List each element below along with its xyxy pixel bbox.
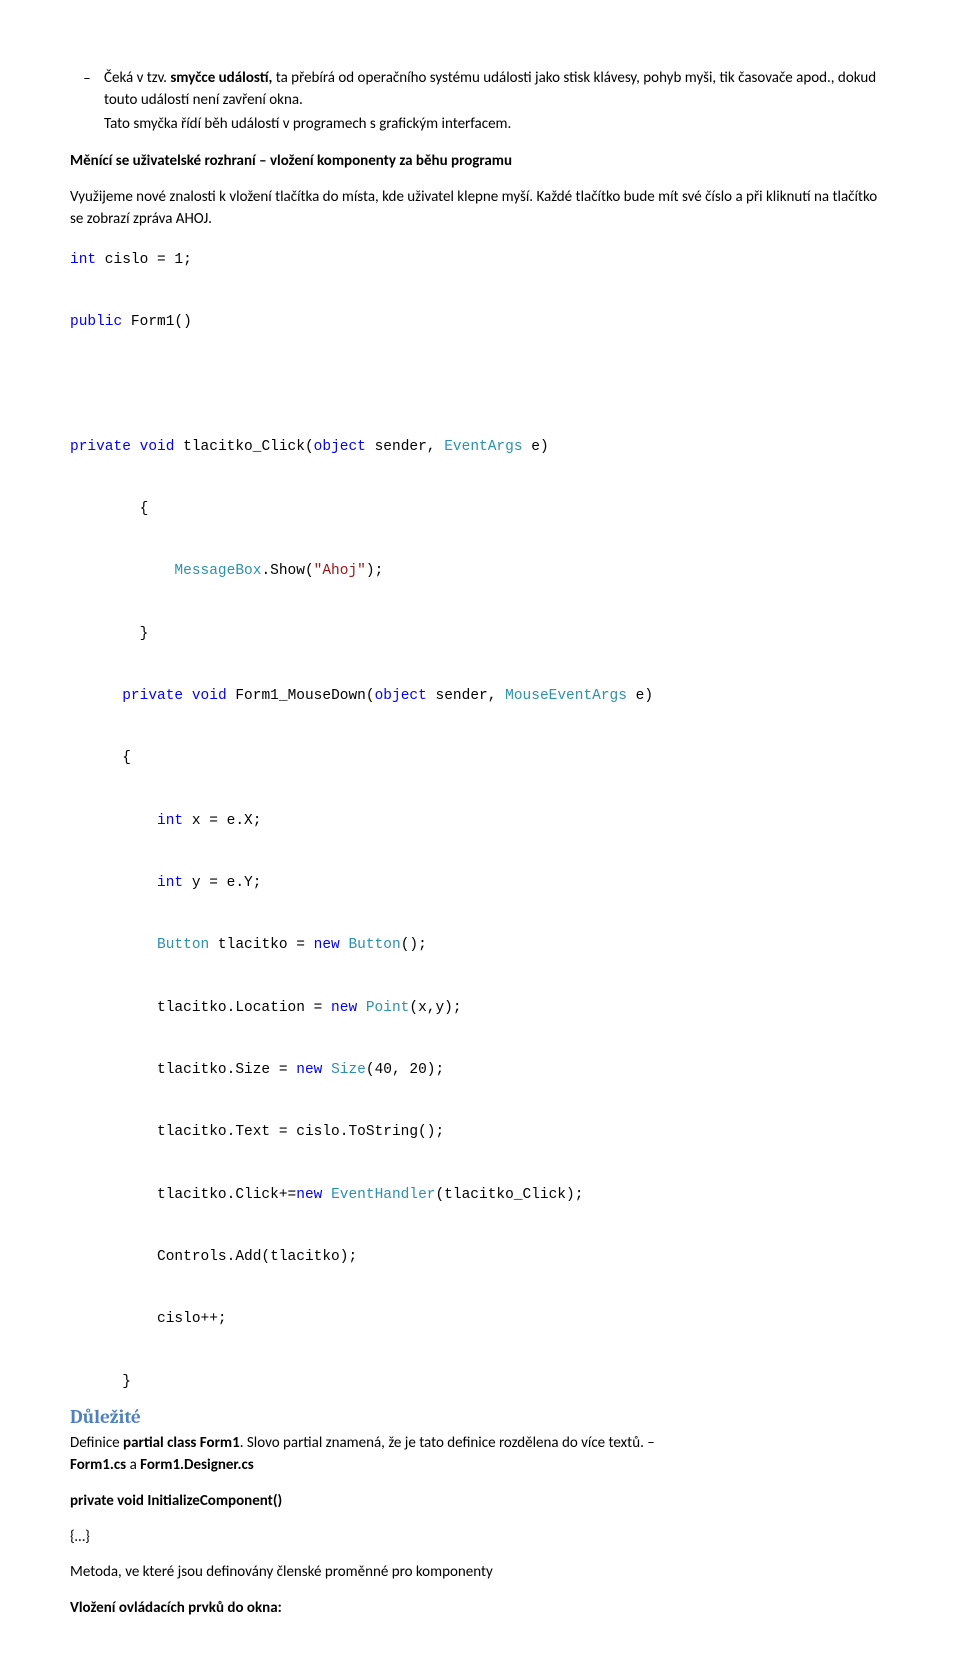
- def-class: partial class Form1: [123, 1434, 240, 1452]
- code-token: public: [70, 314, 122, 330]
- code-token: [70, 688, 122, 704]
- code-token: EventArgs: [444, 439, 522, 455]
- code-token: [322, 1187, 331, 1203]
- bullet-para-2: Tato smyčka řídí běh událostí v programe…: [104, 114, 890, 136]
- code-token: [70, 813, 157, 829]
- def-form1cs: Form1.cs: [70, 1456, 126, 1474]
- definition-line: Definice partial class Form1. Slovo part…: [70, 1433, 890, 1477]
- code-token: cislo++;: [70, 1311, 227, 1327]
- braces-placeholder: {…}: [70, 1527, 890, 1549]
- code-token: x = e.X;: [183, 813, 261, 829]
- code-token: private: [122, 688, 183, 704]
- code-token: ();: [401, 937, 427, 953]
- code-token: Controls.Add(tlacitko);: [70, 1249, 357, 1265]
- code-token: void: [140, 439, 175, 455]
- bullet-text: Čeká v tzv. smyčce událostí, ta přebírá …: [104, 68, 890, 137]
- code-token: (x,y);: [409, 1000, 461, 1016]
- code-token: object: [375, 688, 427, 704]
- changing-paragraph: Využijeme nové znalosti k vložení tlačít…: [70, 187, 890, 231]
- code-token: (tlacitko_Click);: [435, 1187, 583, 1203]
- def-mid: . Slovo partial znamená, že je tato defi…: [240, 1434, 655, 1452]
- section-heading-changing: Měnící se uživatelské rozhraní – vložení…: [70, 151, 890, 173]
- code-token: tlacitko.Text = cislo.ToString();: [70, 1124, 444, 1140]
- important-heading: Důležité: [70, 1404, 890, 1432]
- code-token: e): [627, 688, 653, 704]
- code-token: Button: [157, 937, 209, 953]
- code-token: tlacitko_Click(: [174, 439, 313, 455]
- code-token: EventHandler: [331, 1187, 435, 1203]
- code-token: Button: [348, 937, 400, 953]
- code-token: [183, 688, 192, 704]
- code-token: [70, 875, 157, 891]
- code-token: new: [296, 1062, 322, 1078]
- code-token: int: [157, 875, 183, 891]
- code-token: [70, 563, 174, 579]
- code-token: }: [70, 626, 148, 642]
- code-token: void: [192, 688, 227, 704]
- code-token: sender,: [427, 688, 505, 704]
- bullet-text-bold: smyčce událostí,: [170, 69, 272, 87]
- code-token: y = e.Y;: [183, 875, 261, 891]
- code-token: tlacitko.Click+=: [70, 1187, 296, 1203]
- code-token: int: [157, 813, 183, 829]
- code-token: .Show(: [261, 563, 313, 579]
- code-block: int cislo = 1; public Form1() private vo…: [70, 245, 890, 1398]
- code-token: int: [70, 252, 96, 268]
- code-token: tlacitko.Location =: [70, 1000, 331, 1016]
- code-token: Size: [331, 1062, 366, 1078]
- code-token: [131, 439, 140, 455]
- def-pre: Definice: [70, 1434, 123, 1452]
- code-token: tlacitko.Size =: [70, 1062, 296, 1078]
- code-token: new: [314, 937, 340, 953]
- code-token: }: [70, 1374, 131, 1390]
- code-token: cislo = 1;: [96, 252, 192, 268]
- def-and: a: [126, 1456, 140, 1474]
- code-token: );: [366, 563, 383, 579]
- code-token: object: [314, 439, 366, 455]
- def-designer: Form1.Designer.cs: [140, 1456, 254, 1474]
- insert-controls-heading: Vložení ovládacích prvků do okna:: [70, 1598, 890, 1620]
- code-token: tlacitko =: [209, 937, 313, 953]
- code-token: [357, 1000, 366, 1016]
- code-token: sender,: [366, 439, 444, 455]
- bullet-text-pre: Čeká v tzv.: [104, 69, 170, 87]
- code-token: [322, 1062, 331, 1078]
- code-token: MouseEventArgs: [505, 688, 627, 704]
- code-token: (40, 20);: [366, 1062, 444, 1078]
- code-token: MessageBox: [174, 563, 261, 579]
- code-token: new: [296, 1187, 322, 1203]
- code-token: [70, 937, 157, 953]
- bullet-marker: –: [70, 68, 104, 91]
- init-component-heading: private void InitializeComponent(): [70, 1492, 282, 1510]
- bullet-item: – Čeká v tzv. smyčce událostí, ta přebír…: [70, 68, 890, 137]
- code-token: e): [523, 439, 549, 455]
- code-token: private: [70, 439, 131, 455]
- metoda-text: Metoda, ve které jsou definovány členské…: [70, 1562, 890, 1584]
- code-token: new: [331, 1000, 357, 1016]
- code-token: Point: [366, 1000, 410, 1016]
- code-token: {: [70, 750, 131, 766]
- code-token: Form1(): [122, 314, 192, 330]
- code-token: Form1_MouseDown(: [227, 688, 375, 704]
- code-token: "Ahoj": [314, 563, 366, 579]
- code-token: {: [70, 501, 148, 517]
